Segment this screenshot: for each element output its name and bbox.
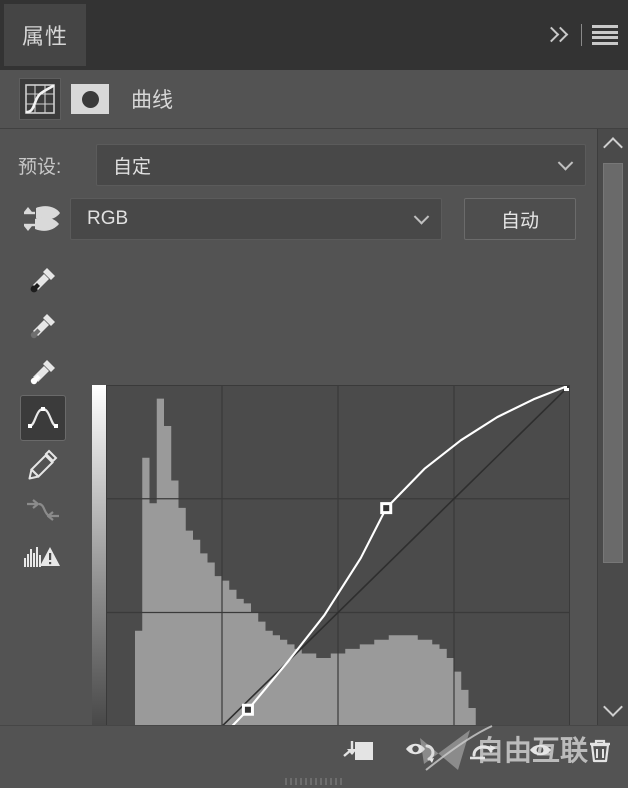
panel-body: 预设: 自定 RGB 自动	[0, 129, 628, 788]
channel-preset-icon[interactable]	[14, 202, 70, 236]
edit-points-curve-icon[interactable]	[20, 395, 66, 441]
curve-control-point[interactable]	[380, 502, 393, 515]
tab-properties-label: 属性	[21, 24, 68, 49]
properties-panel: 属性 曲线 预设: 自定 RGB 自动 自由互联	[0, 0, 628, 788]
grip-dots-icon	[285, 778, 343, 785]
preset-value: 自定	[113, 156, 152, 178]
toggle-layer-visibility-eye-icon[interactable]	[404, 738, 440, 764]
preset-label: 预设:	[18, 156, 62, 178]
adjustment-title: 曲线	[131, 89, 173, 112]
chevron-down-icon	[557, 155, 574, 171]
panel-header-controls	[543, 0, 618, 70]
adjustment-header: 曲线	[0, 70, 628, 129]
delete-layer-trash-icon[interactable]	[586, 737, 614, 765]
panel-bottom-bar	[0, 725, 628, 776]
preview-eye-icon[interactable]	[528, 739, 558, 763]
mask-dot-icon	[81, 90, 99, 108]
header-divider	[581, 24, 582, 46]
layer-mask-thumbnail[interactable]	[71, 84, 109, 114]
auto-button[interactable]: 自动	[464, 198, 576, 240]
pencil-draw-curve-icon[interactable]	[20, 441, 66, 487]
gray-point-eyedropper-icon[interactable]	[20, 303, 66, 349]
panel-scrollbar[interactable]	[597, 129, 628, 725]
preset-row: 预设: 自定	[0, 143, 596, 187]
preset-dropdown[interactable]: 自定	[96, 144, 586, 186]
panel-resize-grip[interactable]	[0, 775, 628, 788]
tab-properties[interactable]: 属性	[4, 4, 86, 66]
scroll-thumb[interactable]	[603, 163, 623, 563]
panel-tab-bar: 属性	[0, 0, 628, 71]
chevron-down-icon[interactable]	[598, 695, 628, 725]
double-chevron-right-icon[interactable]	[543, 21, 571, 49]
channel-dropdown[interactable]: RGB	[70, 198, 442, 240]
curves-tool-column	[18, 257, 68, 579]
white-point-eyedropper-icon[interactable]	[20, 349, 66, 395]
hamburger-menu-icon[interactable]	[592, 25, 618, 45]
histogram-warning-icon[interactable]	[20, 533, 66, 579]
chevron-down-icon	[413, 209, 430, 225]
bottom-toolbar	[342, 726, 614, 776]
curve-control-point[interactable]	[241, 703, 254, 716]
curves-adjustment-icon[interactable]	[19, 78, 61, 120]
smooth-curve-icon[interactable]	[20, 487, 66, 533]
chevron-up-icon[interactable]	[598, 129, 628, 159]
channel-row: RGB 自动	[0, 197, 596, 241]
black-point-eyedropper-icon[interactable]	[20, 257, 66, 303]
clip-to-layer-icon[interactable]	[342, 738, 376, 764]
reset-adjustment-icon[interactable]	[468, 738, 500, 764]
channel-value: RGB	[87, 208, 129, 229]
